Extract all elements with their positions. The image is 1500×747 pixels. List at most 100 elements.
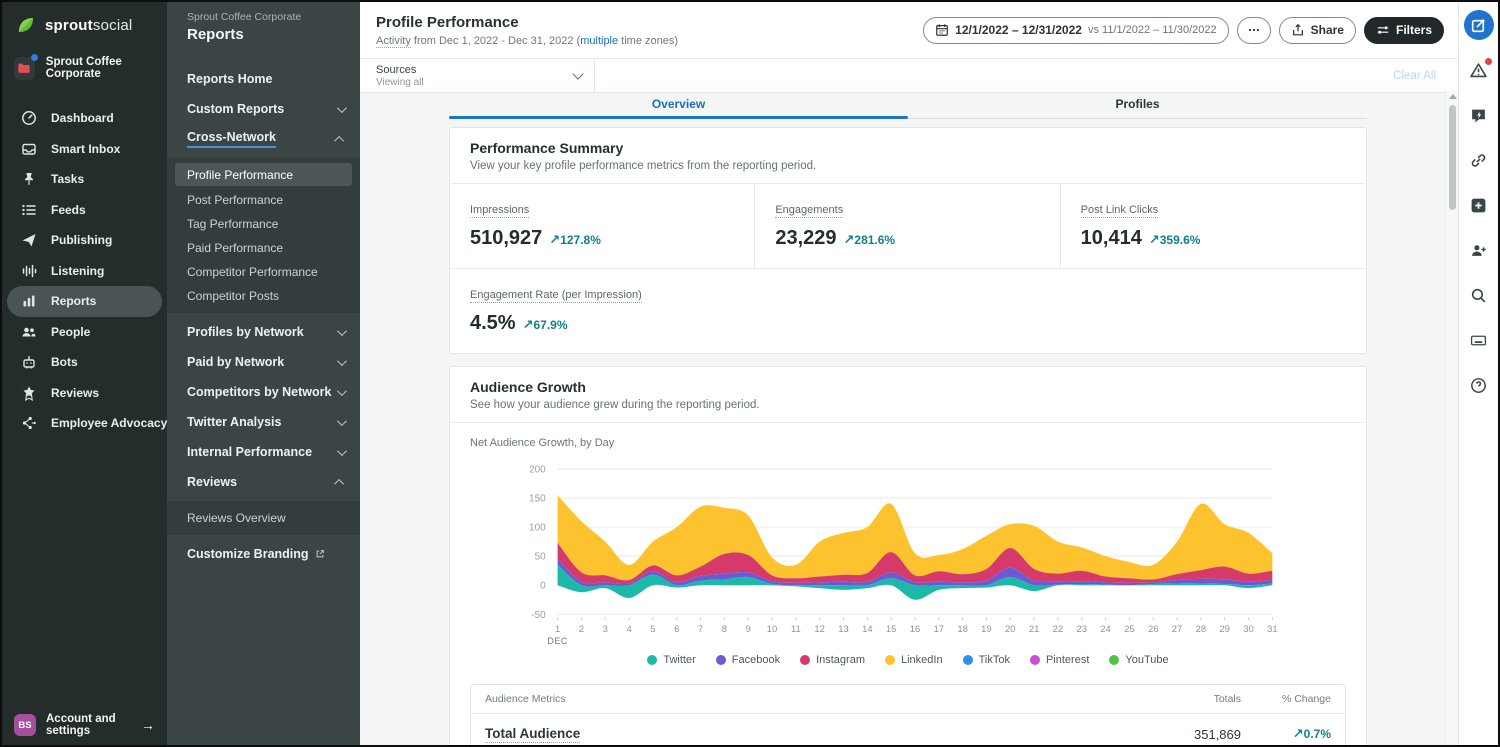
keyboard-button[interactable] <box>1464 325 1494 355</box>
external-link-icon <box>315 549 325 559</box>
reports-nav-item-reviews[interactable]: Reviews <box>167 467 360 497</box>
date-range-compare: vs 11/1/2022 – 11/30/2022 <box>1088 24 1217 36</box>
metric-label[interactable]: Impressions <box>470 204 529 218</box>
metric-label[interactable]: Engagements <box>775 204 843 218</box>
sidebar-item-feeds[interactable]: Feeds <box>7 195 162 226</box>
metric-delta: ↗67.9% <box>523 317 568 333</box>
sprout-logo[interactable]: sproutsocial <box>2 2 167 35</box>
tab-profiles[interactable]: Profiles <box>908 93 1367 118</box>
metrics-row: Engagement Rate (per Impression)4.5%↗67.… <box>450 269 1366 353</box>
svg-text:25: 25 <box>1124 624 1135 635</box>
legend-item-twitter[interactable]: Twitter <box>647 654 695 666</box>
filters-button[interactable]: Filters <box>1364 17 1444 44</box>
chevron-down-icon <box>572 68 583 79</box>
report-subtitle: Activity from Dec 1, 2022 - Dec 31, 2022… <box>376 35 678 47</box>
activity-tooltip-link[interactable]: Activity <box>376 35 411 48</box>
reports-nav-item-competitor-performance[interactable]: Competitor Performance <box>167 260 360 284</box>
row-metric-label[interactable]: Total Audience <box>485 726 580 743</box>
nav-item-label: Competitors by Network <box>187 385 331 399</box>
message-bubble-button[interactable] <box>1464 100 1494 130</box>
reports-nav-item-customize-branding[interactable]: Customize Branding <box>167 539 360 569</box>
sidebar-item-listening[interactable]: Listening <box>7 256 162 287</box>
sidebar-item-label: Listening <box>51 264 104 278</box>
folder-icon <box>14 57 35 80</box>
reports-nav-item-custom-reports[interactable]: Custom Reports <box>167 94 360 124</box>
sidebar-item-tasks[interactable]: Tasks <box>7 164 162 195</box>
tab-strip: OverviewProfiles <box>449 93 1367 119</box>
reports-nav-item-paid-by-network[interactable]: Paid by Network <box>167 347 360 377</box>
reports-nav-item-internal-performance[interactable]: Internal Performance <box>167 437 360 467</box>
sidebar-item-reports[interactable]: Reports <box>7 286 162 317</box>
clear-all-link[interactable]: Clear All <box>1393 70 1458 82</box>
sidebar-item-smart-inbox[interactable]: Smart Inbox <box>7 134 162 165</box>
right-icon-rail <box>1458 2 1498 745</box>
svg-text:24: 24 <box>1100 624 1111 635</box>
tab-overview[interactable]: Overview <box>449 93 908 118</box>
more-options-button[interactable] <box>1237 17 1271 44</box>
primary-sidebar: sproutsocial Sprout Coffee Corporate Das… <box>2 2 167 745</box>
sidebar-item-publishing[interactable]: Publishing <box>7 225 162 256</box>
nav-item-label: Reviews Overview <box>187 511 286 525</box>
audience-growth-card: Audience Growth See how your audience gr… <box>449 366 1367 745</box>
nav-item-label: Cross-Network <box>187 130 276 148</box>
share-button[interactable]: Share <box>1279 17 1356 44</box>
reports-nav-item-post-performance[interactable]: Post Performance <box>167 188 360 212</box>
reports-sidebar: Sprout Coffee Corporate Reports Reports … <box>167 2 360 745</box>
multiple-timezones-link[interactable]: multiple <box>580 35 618 47</box>
sidebar-item-employee-advocacy[interactable]: Employee Advocacy <box>7 408 162 439</box>
workspace-switcher[interactable]: Sprout Coffee Corporate <box>14 56 167 80</box>
svg-text:16: 16 <box>910 624 921 635</box>
metric-label[interactable]: Post Link Clicks <box>1081 204 1159 218</box>
alert-triangle-button[interactable] <box>1464 55 1494 85</box>
help-button[interactable] <box>1464 370 1494 400</box>
audience-metrics-table: Audience Metrics Totals % Change Total A… <box>470 684 1346 745</box>
sidebar-item-label: Reviews <box>51 386 99 400</box>
reports-nav-item-reviews-overview[interactable]: Reviews Overview <box>167 506 360 530</box>
svg-text:28: 28 <box>1196 624 1207 635</box>
reports-nav-item-competitor-posts[interactable]: Competitor Posts <box>167 284 360 308</box>
reports-nav-item-profile-performance[interactable]: Profile Performance <box>175 163 352 186</box>
sidebar-item-people[interactable]: People <box>7 317 162 348</box>
legend-item-facebook[interactable]: Facebook <box>716 654 780 666</box>
legend-label: Twitter <box>663 654 695 666</box>
paper-plane-icon <box>21 232 37 248</box>
legend-item-youtube[interactable]: YouTube <box>1109 654 1168 666</box>
sources-dropdown[interactable]: Sources Viewing all <box>360 59 595 92</box>
svg-text:20: 20 <box>1005 624 1016 635</box>
scrollbar-thumb[interactable] <box>1449 105 1456 210</box>
reports-nav-item-paid-performance[interactable]: Paid Performance <box>167 236 360 260</box>
reports-nav-item-tag-performance[interactable]: Tag Performance <box>167 212 360 236</box>
reports-nav-item-competitors-by-network[interactable]: Competitors by Network <box>167 377 360 407</box>
reports-nav-item-reports-home[interactable]: Reports Home <box>167 64 360 94</box>
equalizer-icon <box>21 263 37 279</box>
date-range-button[interactable]: 12/1/2022 – 12/31/2022 vs 11/1/2022 – 11… <box>923 17 1228 44</box>
svg-text:5: 5 <box>650 624 655 635</box>
compose-button[interactable] <box>1464 10 1494 40</box>
trend-up-icon: ↗ <box>549 232 560 247</box>
metric-delta: ↗127.8% <box>549 232 601 248</box>
search-button[interactable] <box>1464 280 1494 310</box>
plus-square-button[interactable] <box>1464 190 1494 220</box>
sidebar-item-reviews[interactable]: Reviews <box>7 378 162 409</box>
account-and-settings[interactable]: BS Account and settings → <box>2 707 167 743</box>
metric-label[interactable]: Engagement Rate (per Impression) <box>470 289 642 303</box>
legend-label: LinkedIn <box>901 654 943 666</box>
link-button[interactable] <box>1464 145 1494 175</box>
reports-nav-item-twitter-analysis[interactable]: Twitter Analysis <box>167 407 360 437</box>
svg-text:19: 19 <box>981 624 992 635</box>
legend-item-linkedin[interactable]: LinkedIn <box>885 654 943 666</box>
svg-text:12: 12 <box>814 624 825 635</box>
metric-change: 359.6% <box>1160 233 1201 247</box>
table-header: Totals <box>1121 693 1241 705</box>
user-add-button[interactable] <box>1464 235 1494 265</box>
reports-nav-item-cross-network[interactable]: Cross-Network <box>167 124 360 154</box>
legend-item-instagram[interactable]: Instagram <box>800 654 865 666</box>
scroll-up-arrow[interactable] <box>1449 94 1457 99</box>
sidebar-item-bots[interactable]: Bots <box>7 347 162 378</box>
svg-text:200: 200 <box>529 464 546 475</box>
legend-item-pinterest[interactable]: Pinterest <box>1030 654 1089 666</box>
legend-item-tiktok[interactable]: TikTok <box>963 654 1010 666</box>
sidebar-item-label: Publishing <box>51 233 112 247</box>
sidebar-item-dashboard[interactable]: Dashboard <box>7 103 162 134</box>
reports-nav-item-profiles-by-network[interactable]: Profiles by Network <box>167 317 360 347</box>
